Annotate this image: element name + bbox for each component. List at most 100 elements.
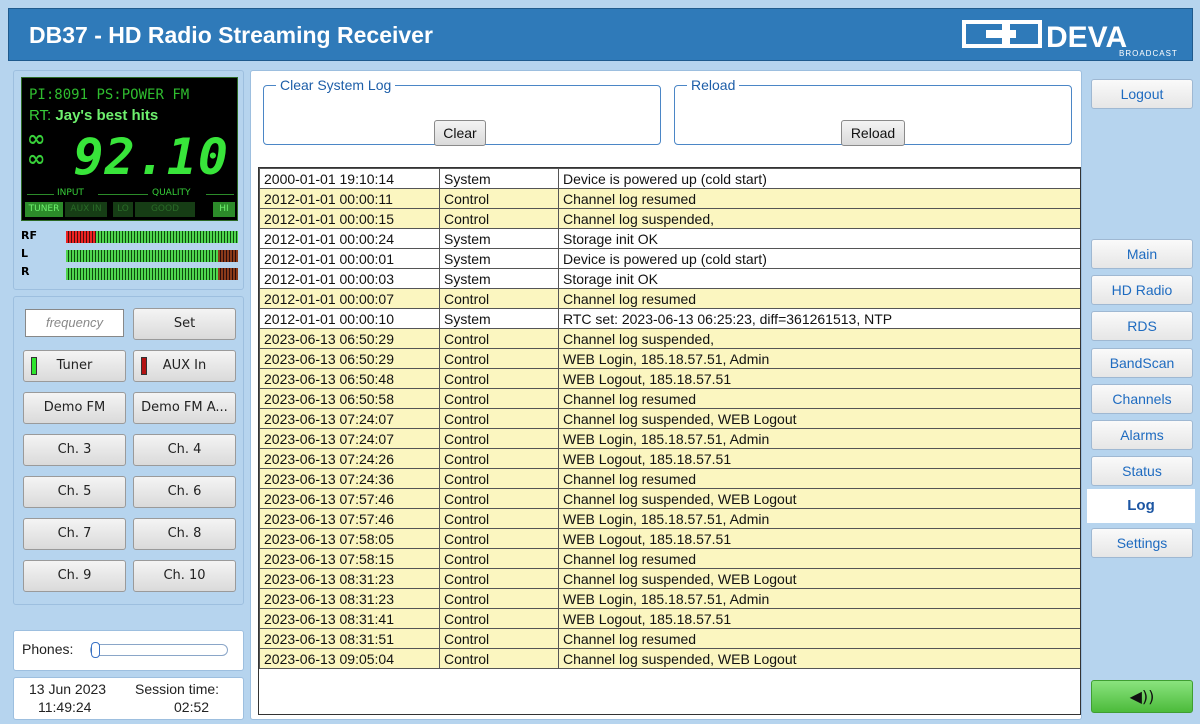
app-header: DB37 - HD Radio Streaming Receiver DEVA … xyxy=(8,8,1193,61)
log-time-cell: 2023-06-13 06:50:58 xyxy=(259,388,440,409)
slider-handle[interactable] xyxy=(91,642,100,658)
preset-ch-4[interactable]: Ch. 4 xyxy=(133,434,236,466)
log-row: 2012-01-01 00:00:15 Control Channel log su… xyxy=(259,208,1080,229)
nav-rds[interactable]: RDS xyxy=(1091,311,1193,341)
log-row: 2023-06-13 09:05:04 Control Channel log su… xyxy=(259,648,1080,669)
log-row: 2023-06-13 06:50:48 Control WEB Logout, 18… xyxy=(259,368,1080,389)
log-source-cell: Control xyxy=(439,488,559,509)
pi-value: 8091 xyxy=(54,87,89,103)
log-message-cell: Channel log resumed xyxy=(558,468,1080,489)
ps-label: PS: xyxy=(96,87,122,103)
preset-ch-10[interactable]: Ch. 10 xyxy=(133,560,236,592)
log-time-cell: 2023-06-13 07:24:36 xyxy=(259,468,440,489)
preset-ch-3[interactable]: Ch. 3 xyxy=(23,434,126,466)
log-source-cell: System xyxy=(439,248,559,269)
nav-hd-radio[interactable]: HD Radio xyxy=(1091,275,1193,305)
rf-meter xyxy=(66,231,238,243)
right-nav: Logout Main HD Radio RDS BandScan Channe… xyxy=(1087,70,1195,720)
tuner-led-icon xyxy=(31,357,37,375)
system-log[interactable]: 2000-01-01 19:10:14 System Device is power… xyxy=(258,167,1081,715)
log-source-cell: Control xyxy=(439,448,559,469)
reload-button[interactable]: Reload xyxy=(841,120,905,146)
pi-label: PI: xyxy=(29,87,55,103)
set-button[interactable]: Set xyxy=(133,308,236,340)
log-source-cell: System xyxy=(439,228,559,249)
phones-volume-slider[interactable] xyxy=(90,642,228,658)
log-row: 2023-06-13 07:57:46 Control Channel log su… xyxy=(259,488,1080,509)
log-time-cell: 2023-06-13 07:24:07 xyxy=(259,428,440,449)
session-clock: 11:49:24 xyxy=(38,699,92,715)
log-source-cell: Control xyxy=(439,188,559,209)
stereo-icon: ∞ ∞ xyxy=(27,127,46,172)
preset-demo-fm-a[interactable]: Demo FM A... xyxy=(133,392,236,424)
aux-in-button[interactable]: AUX In xyxy=(133,350,236,382)
log-row: 2023-06-13 06:50:29 Control Channel log su… xyxy=(259,328,1080,349)
indicator-aux-in: AUX IN xyxy=(65,202,107,217)
aux-label: AUX In xyxy=(162,358,207,373)
nav-log[interactable]: Log xyxy=(1087,489,1195,523)
preset-ch-5[interactable]: Ch. 5 xyxy=(23,476,126,508)
log-message-cell: Channel log suspended, WEB Logout xyxy=(558,568,1080,589)
preset-demo-fm[interactable]: Demo FM xyxy=(23,392,126,424)
log-message-cell: Channel log resumed xyxy=(558,388,1080,409)
indicator-good: GOOD xyxy=(135,202,195,217)
log-message-cell: Channel log resumed xyxy=(558,548,1080,569)
log-time-cell: 2012-01-01 00:00:03 xyxy=(259,268,440,289)
preset-ch-9[interactable]: Ch. 9 xyxy=(23,560,126,592)
indicator-hi: HI xyxy=(213,202,235,217)
log-time-cell: 2000-01-01 19:10:14 xyxy=(259,168,440,189)
log-row: 2023-06-13 07:58:05 Control WEB Logout, 18… xyxy=(259,528,1080,549)
clear-button[interactable]: Clear xyxy=(434,120,486,146)
log-time-cell: 2023-06-13 06:50:29 xyxy=(259,348,440,369)
nav-main[interactable]: Main xyxy=(1091,239,1193,269)
frequency-input[interactable]: frequency xyxy=(25,309,124,337)
r-meter xyxy=(66,268,238,280)
preset-ch-6[interactable]: Ch. 6 xyxy=(133,476,236,508)
input-label: INPUT xyxy=(57,188,84,198)
log-row: 2023-06-13 08:31:23 Control WEB Login, 185… xyxy=(259,588,1080,609)
log-time-cell: 2023-06-13 07:24:07 xyxy=(259,408,440,429)
logout-button[interactable]: Logout xyxy=(1091,79,1193,109)
speaker-button[interactable]: ◀)) xyxy=(1091,680,1193,713)
log-source-cell: System xyxy=(439,168,559,189)
preset-ch-7[interactable]: Ch. 7 xyxy=(23,518,126,550)
log-source-cell: Control xyxy=(439,568,559,589)
log-row: 2023-06-13 08:31:51 Control Channel log re… xyxy=(259,628,1080,649)
log-row: 2023-06-13 07:24:36 Control Channel log re… xyxy=(259,468,1080,489)
log-source-cell: Control xyxy=(439,528,559,549)
session-time-value: 02:52 xyxy=(174,699,210,715)
log-row: 2012-01-01 00:00:24 System Storage init OK xyxy=(259,228,1080,249)
quality-label: QUALITY xyxy=(152,188,191,198)
app-title: DB37 - HD Radio Streaming Receiver xyxy=(29,22,433,48)
preset-ch-8[interactable]: Ch. 8 xyxy=(133,518,236,550)
main-content: Clear System Log Clear Reload Reload 200… xyxy=(250,70,1082,720)
nav-bandscan[interactable]: BandScan xyxy=(1091,348,1193,378)
clear-log-group: Clear System Log Clear xyxy=(263,77,661,146)
log-row: 2023-06-13 07:24:26 Control WEB Logout, 18… xyxy=(259,448,1080,469)
nav-channels[interactable]: Channels xyxy=(1091,384,1193,414)
nav-status[interactable]: Status xyxy=(1091,456,1193,486)
log-message-cell: Channel log suspended, WEB Logout xyxy=(558,648,1080,669)
log-message-cell: WEB Login, 185.18.57.51, Admin xyxy=(558,508,1080,529)
tuner-button[interactable]: Tuner xyxy=(23,350,126,382)
nav-alarms[interactable]: Alarms xyxy=(1091,420,1193,450)
rf-meter-label: RF xyxy=(21,229,37,242)
log-source-cell: Control xyxy=(439,348,559,369)
nav-settings[interactable]: Settings xyxy=(1091,528,1193,558)
phones-panel: Phones: xyxy=(13,630,244,671)
reload-group: Reload Reload xyxy=(674,77,1072,146)
log-time-cell: 2023-06-13 08:31:41 xyxy=(259,608,440,629)
divider xyxy=(206,194,234,195)
log-message-cell: WEB Logout, 185.18.57.51 xyxy=(558,448,1080,469)
log-time-cell: 2012-01-01 00:00:15 xyxy=(259,208,440,229)
log-source-cell: Control xyxy=(439,468,559,489)
log-row: 2023-06-13 06:50:58 Control Channel log re… xyxy=(259,388,1080,409)
deva-logo: DEVA BROADCAST xyxy=(962,20,1177,58)
indicator-tuner: TUNER xyxy=(25,202,63,217)
session-date: 13 Jun 2023 xyxy=(29,681,107,697)
log-row: 2012-01-01 00:00:03 System Storage init OK xyxy=(259,268,1080,289)
log-source-cell: Control xyxy=(439,288,559,309)
log-time-cell: 2023-06-13 06:50:29 xyxy=(259,328,440,349)
indicator-lo: LO xyxy=(113,202,133,217)
log-time-cell: 2012-01-01 00:00:07 xyxy=(259,288,440,309)
